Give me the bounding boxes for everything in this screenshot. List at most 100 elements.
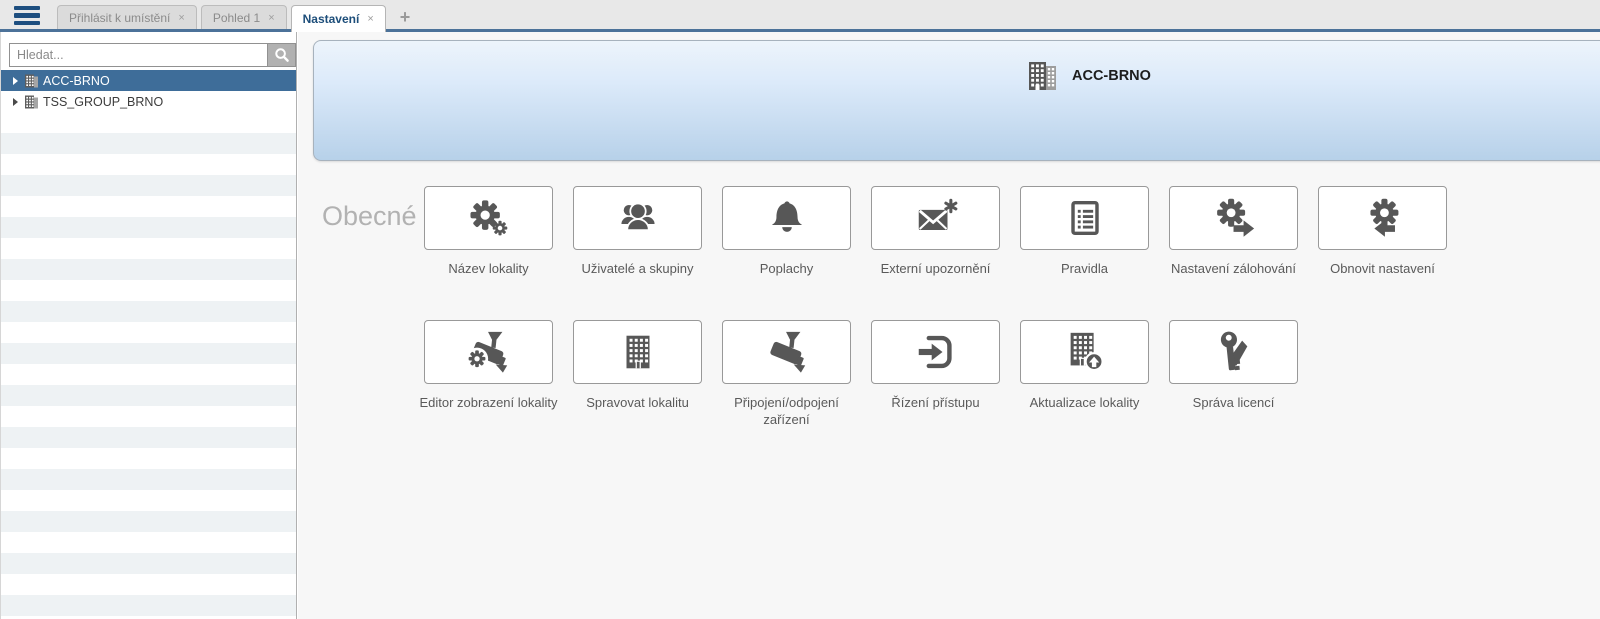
tool-button-sprava-licenci[interactable] [1169,320,1298,384]
tree-empty-row [1,196,296,217]
tool-cell-uzivatele-a-skupiny: Uživatelé a skupiny [573,186,702,278]
tool-button-aktualizace-lokality[interactable] [1020,320,1149,384]
tree-empty-row [1,175,296,196]
camera-icon [764,329,810,375]
tab-2[interactable]: Pohled 1 × [201,5,287,29]
tree-empty-row [1,385,296,406]
tab-1[interactable]: Přihlásit k umístění × [57,5,197,29]
tree-empty-row [1,574,296,595]
tool-cell-poplachy: Poplachy [722,186,851,278]
tool-button-editor-zobrazeni-lokality[interactable] [424,320,553,384]
keys-icon [1211,329,1257,375]
tool-button-uzivatele-a-skupiny[interactable] [573,186,702,250]
hamburger-menu-icon[interactable] [14,6,40,25]
bell-icon [764,195,810,241]
tree-empty-row [1,469,296,490]
main-content: ACC-BRNO Obecné Název lokalityUživatelé … [298,32,1600,619]
rules-list-icon [1062,195,1108,241]
tool-label-nazev-lokality: Název lokality [413,261,565,278]
tool-label-uzivatele-a-skupiny: Uživatelé a skupiny [562,261,714,278]
tree-empty-row [1,154,296,175]
site-name: ACC-BRNO [1072,68,1151,84]
tree-empty-row [1,301,296,322]
new-tab-button[interactable]: + [400,5,411,29]
search-input[interactable] [9,43,268,67]
site-header-panel: ACC-BRNO [313,40,1600,161]
tab-label: Pohled 1 [213,11,260,25]
tool-cell-nastaveni-zalohovani: Nastavení zálohování [1169,186,1298,278]
tool-button-nazev-lokality[interactable] [424,186,553,250]
tree-empty-row [1,511,296,532]
tab-close-icon[interactable]: × [178,12,184,24]
tab-label: Přihlásit k umístění [69,11,170,25]
search-icon [274,47,290,63]
tool-button-externi-upozorneni[interactable] [871,186,1000,250]
tree-empty-row [1,553,296,574]
tree-empty-row [1,448,296,469]
tool-label-externi-upozorneni: Externí upozornění [860,261,1012,278]
tool-button-obnovit-nastaveni[interactable] [1318,186,1447,250]
tree-empty-row [1,406,296,427]
gear-import-icon [1360,195,1406,241]
login-arrow-icon [913,329,959,375]
chevron-right-icon[interactable] [13,98,18,106]
tool-cell-pripojeni-odpojeni-zarizeni: Připojení/odpojení zařízení [722,320,851,429]
buildings-icon [1026,61,1058,90]
tab-close-icon[interactable]: × [268,12,274,24]
tree-empty-row [1,490,296,511]
tool-button-pripojeni-odpojeni-zarizeni[interactable] [722,320,851,384]
mail-alert-icon [913,195,959,241]
tree-item-acc-brno[interactable]: ACC-BRNO [1,70,296,91]
tool-label-obnovit-nastaveni: Obnovit nastavení [1307,261,1459,278]
app-window: Přihlásit k umístění × Pohled 1 × Nastavení ×… [0,0,1600,619]
site-tree: ACC-BRNO TSS_GROUP_BRNO [1,70,296,619]
tree-empty-row [1,238,296,259]
tab-strip: Přihlásit k umístění × Pohled 1 × Nastavení ×… [57,0,410,32]
tool-label-spravovat-lokalitu: Spravovat lokalitu [562,395,714,412]
tool-button-spravovat-lokalitu[interactable] [573,320,702,384]
tool-label-aktualizace-lokality: Aktualizace lokality [1009,395,1161,412]
tool-cell-obnovit-nastaveni: Obnovit nastavení [1318,186,1447,278]
tool-button-poplachy[interactable] [722,186,851,250]
gears-icon [466,195,512,241]
gear-export-icon [1211,195,1257,241]
chevron-right-icon[interactable] [13,77,18,85]
tool-label-pripojeni-odpojeni-zarizeni: Připojení/odpojení zařízení [711,395,863,429]
tree-empty-row [1,259,296,280]
search-button[interactable] [268,43,296,67]
section-title: Obecné [322,201,417,232]
sidebar: ACC-BRNO TSS_GROUP_BRNO [0,32,297,619]
tool-row-2: Editor zobrazení lokalitySpravovat lokal… [424,320,1298,429]
tool-button-pravidla[interactable] [1020,186,1149,250]
building-icon [615,329,661,375]
tool-cell-spravovat-lokalitu: Spravovat lokalitu [573,320,702,429]
tool-button-rizeni-pristupu[interactable] [871,320,1000,384]
tab-label: Nastavení [303,12,360,26]
tool-cell-sprava-licenci: Správa licencí [1169,320,1298,429]
tool-button-nastaveni-zalohovani[interactable] [1169,186,1298,250]
tool-cell-rizeni-pristupu: Řízení přístupu [871,320,1000,429]
buildings-icon [1026,61,1058,90]
tab-3[interactable]: Nastavení × [291,5,386,32]
tree-empty-row [1,343,296,364]
tree-item-label: ACC-BRNO [43,74,110,88]
building-icon-wrap [24,74,39,88]
tool-label-rizeni-pristupu: Řízení přístupu [860,395,1012,412]
tree-empty-row [1,595,296,616]
tab-close-icon[interactable]: × [367,13,373,25]
tree-empty-row [1,112,296,133]
tree-empty-row [1,322,296,343]
tool-cell-pravidla: Pravidla [1020,186,1149,278]
building-icon-wrap [24,95,39,109]
tree-empty-row [1,532,296,553]
building-icon [24,95,39,109]
tree-item-tss_group_brno[interactable]: TSS_GROUP_BRNO [1,91,296,112]
tool-cell-externi-upozorneni: Externí upozornění [871,186,1000,278]
building-icon [24,74,39,88]
tool-cell-editor-zobrazeni-lokality: Editor zobrazení lokality [424,320,553,429]
tool-label-sprava-licenci: Správa licencí [1158,395,1310,412]
tool-label-editor-zobrazeni-lokality: Editor zobrazení lokality [413,395,565,412]
users-group-icon [615,195,661,241]
tool-label-pravidla: Pravidla [1009,261,1161,278]
tree-empty-row [1,217,296,238]
